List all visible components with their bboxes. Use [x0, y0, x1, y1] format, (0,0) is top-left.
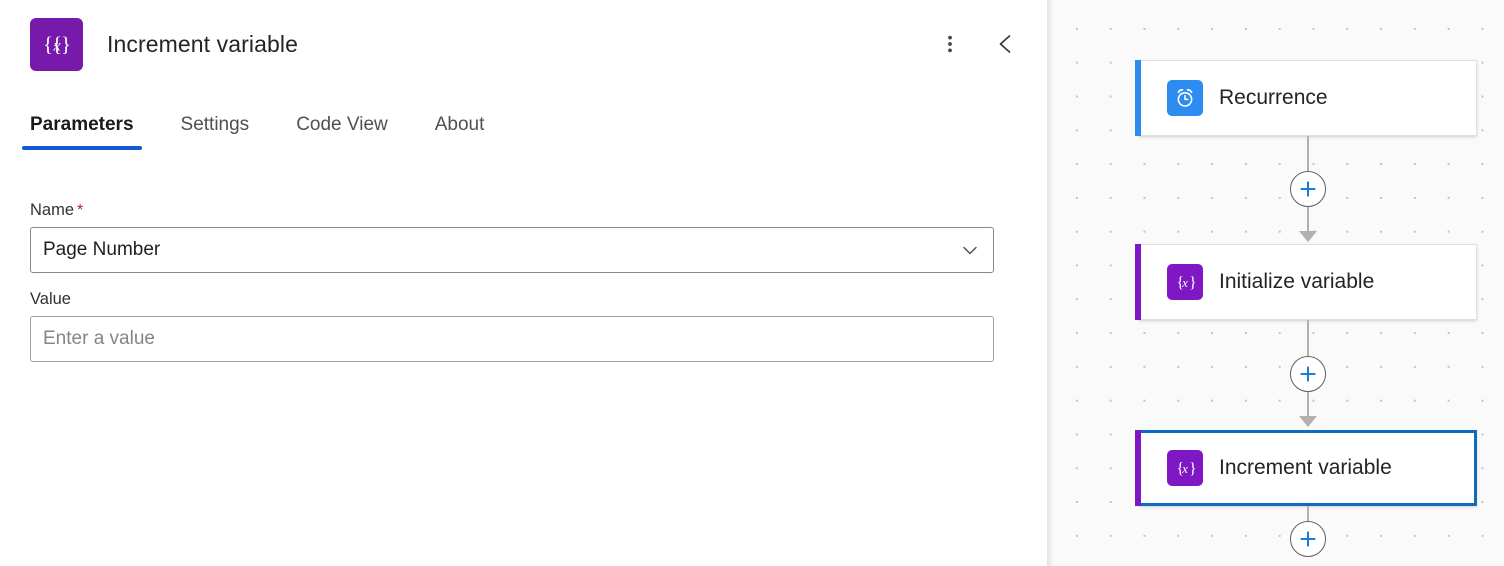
node-accent-bar: [1135, 60, 1141, 136]
variable-braces-icon: { x }: [1167, 264, 1203, 300]
action-details-panel: { x } { Increment variable Parameters Se…: [0, 0, 1054, 566]
tab-settings[interactable]: Settings: [172, 114, 259, 150]
add-step-after-initialize-variable[interactable]: [1290, 356, 1326, 392]
name-field-label: Name *: [30, 201, 1017, 220]
value-field-group: Value: [30, 290, 1017, 362]
svg-text:}: }: [1189, 461, 1197, 478]
alarm-clock-icon: [1167, 80, 1203, 116]
svg-text:x: x: [1181, 461, 1188, 476]
variable-braces-icon: { x } {: [30, 17, 83, 71]
flow-canvas[interactable]: Recurrence { x } Initialize variable {x…: [1047, 0, 1504, 566]
tab-code-view[interactable]: Code View: [287, 114, 397, 150]
svg-text:}: }: [1189, 275, 1197, 292]
value-input[interactable]: [30, 316, 994, 362]
more-commands-button[interactable]: [933, 27, 967, 61]
tab-about[interactable]: About: [426, 114, 494, 150]
connector-line: [1307, 392, 1309, 418]
chevron-down-icon[interactable]: [947, 228, 993, 272]
connector-arrowhead: [1299, 231, 1317, 242]
name-combobox[interactable]: Page Number: [30, 227, 994, 273]
connector-line: [1307, 136, 1309, 171]
add-step-after-increment-variable[interactable]: [1290, 521, 1326, 557]
variable-braces-icon: { x }: [1167, 450, 1203, 486]
panel-tabs: Parameters Settings Code View About: [0, 88, 1047, 150]
connector-arrowhead: [1299, 416, 1317, 427]
add-step-after-recurrence[interactable]: [1290, 171, 1326, 207]
flow-node-label: Recurrence: [1219, 86, 1328, 109]
collapse-panel-button[interactable]: [989, 27, 1023, 61]
tab-parameters[interactable]: Parameters: [21, 114, 143, 150]
required-asterisk: *: [77, 202, 84, 219]
flow-node-label: Initialize variable: [1219, 270, 1375, 293]
svg-text:}: }: [60, 32, 70, 56]
flow-designer-screen: { x } { Increment variable Parameters Se…: [0, 0, 1504, 566]
flow-node-initialize-variable[interactable]: { x } Initialize variable: [1135, 244, 1477, 320]
connector-line: [1307, 207, 1309, 233]
flow-node-recurrence[interactable]: Recurrence: [1135, 60, 1477, 136]
panel-header: { x } { Increment variable: [0, 0, 1047, 88]
name-field-group: Name * Page Number: [30, 201, 1017, 273]
connector-line: [1307, 506, 1309, 521]
panel-header-actions: [933, 27, 1023, 61]
parameters-form: Name * Page Number Value: [0, 150, 1047, 362]
flow-node-label: Increment variable: [1219, 456, 1392, 479]
value-field-label: Value: [30, 290, 71, 308]
svg-text:{: {: [42, 32, 52, 56]
node-accent-bar: [1135, 244, 1141, 320]
connector-line: [1307, 320, 1309, 356]
page-title: Increment variable: [107, 30, 298, 57]
svg-text:x: x: [1181, 275, 1188, 290]
svg-text:x: x: [52, 38, 60, 55]
name-label-text: Name: [30, 201, 75, 219]
node-accent-bar: [1135, 430, 1141, 506]
name-combobox-value: Page Number: [43, 239, 161, 260]
flow-node-increment-variable[interactable]: { x } Increment variable: [1135, 430, 1477, 506]
